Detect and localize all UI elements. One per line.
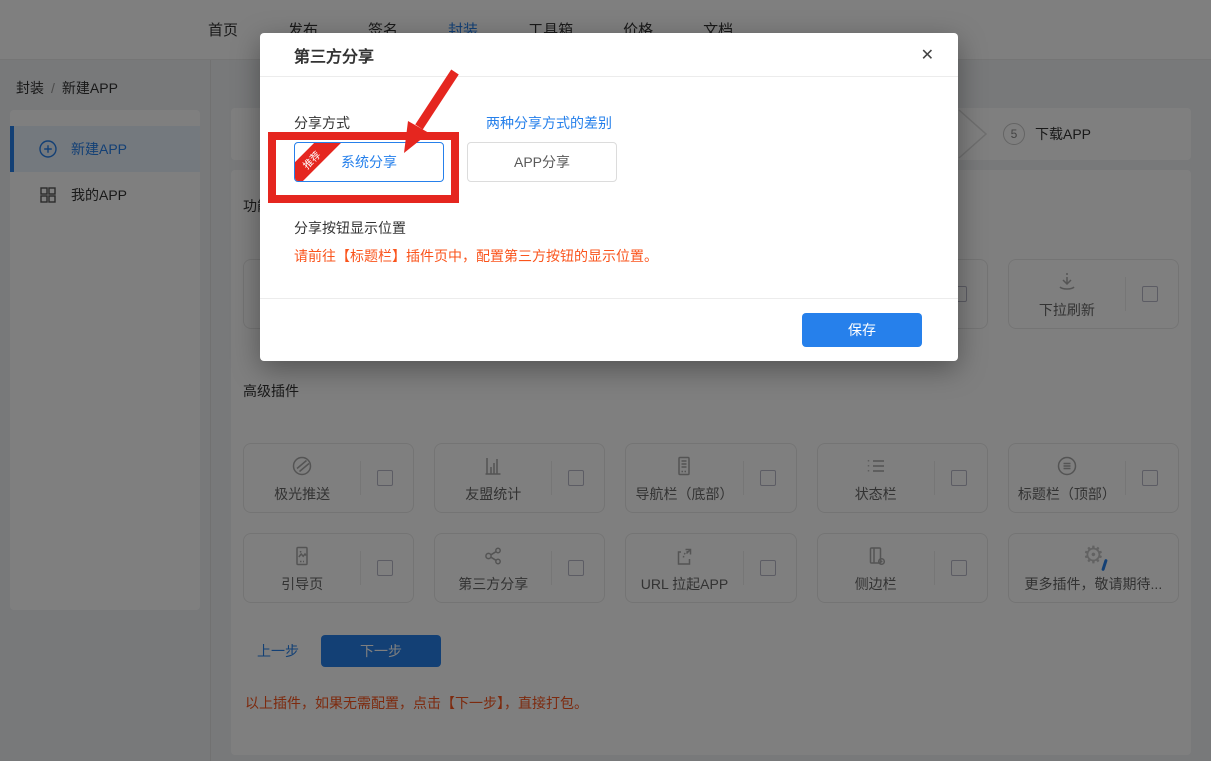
close-icon[interactable]: ✕ [921, 45, 934, 65]
third-party-share-dialog: 第三方分享 ✕ 分享方式 两种分享方式的差别 推荐 系统分享 APP分享 分享按… [260, 33, 958, 361]
app-screen: 首页 发布 签名 封装 工具箱 价格 文档 封装/新建APP 新建APP 我的A… [0, 0, 1211, 761]
recommended-ribbon: 推荐 [294, 142, 341, 182]
dialog-body: 分享方式 两种分享方式的差别 推荐 系统分享 APP分享 分享按钮显示位置 请前… [260, 77, 958, 266]
share-button-position-label: 分享按钮显示位置 [294, 218, 924, 238]
dialog-title: 第三方分享 [294, 43, 374, 67]
system-share-option[interactable]: 推荐 系统分享 [294, 142, 444, 182]
save-button[interactable]: 保存 [802, 313, 922, 347]
share-button-position-note: 请前往【标题栏】插件页中，配置第三方按钮的显示位置。 [294, 246, 924, 266]
option-label: APP分享 [514, 152, 570, 172]
share-method-diff-link[interactable]: 两种分享方式的差别 [486, 113, 612, 133]
share-method-label: 分享方式 [294, 113, 350, 133]
share-method-options: 推荐 系统分享 APP分享 [294, 142, 924, 182]
app-share-option[interactable]: APP分享 [467, 142, 617, 182]
dialog-header: 第三方分享 ✕ [260, 33, 958, 77]
dialog-footer: 保存 [260, 298, 958, 361]
option-label: 系统分享 [341, 152, 397, 172]
